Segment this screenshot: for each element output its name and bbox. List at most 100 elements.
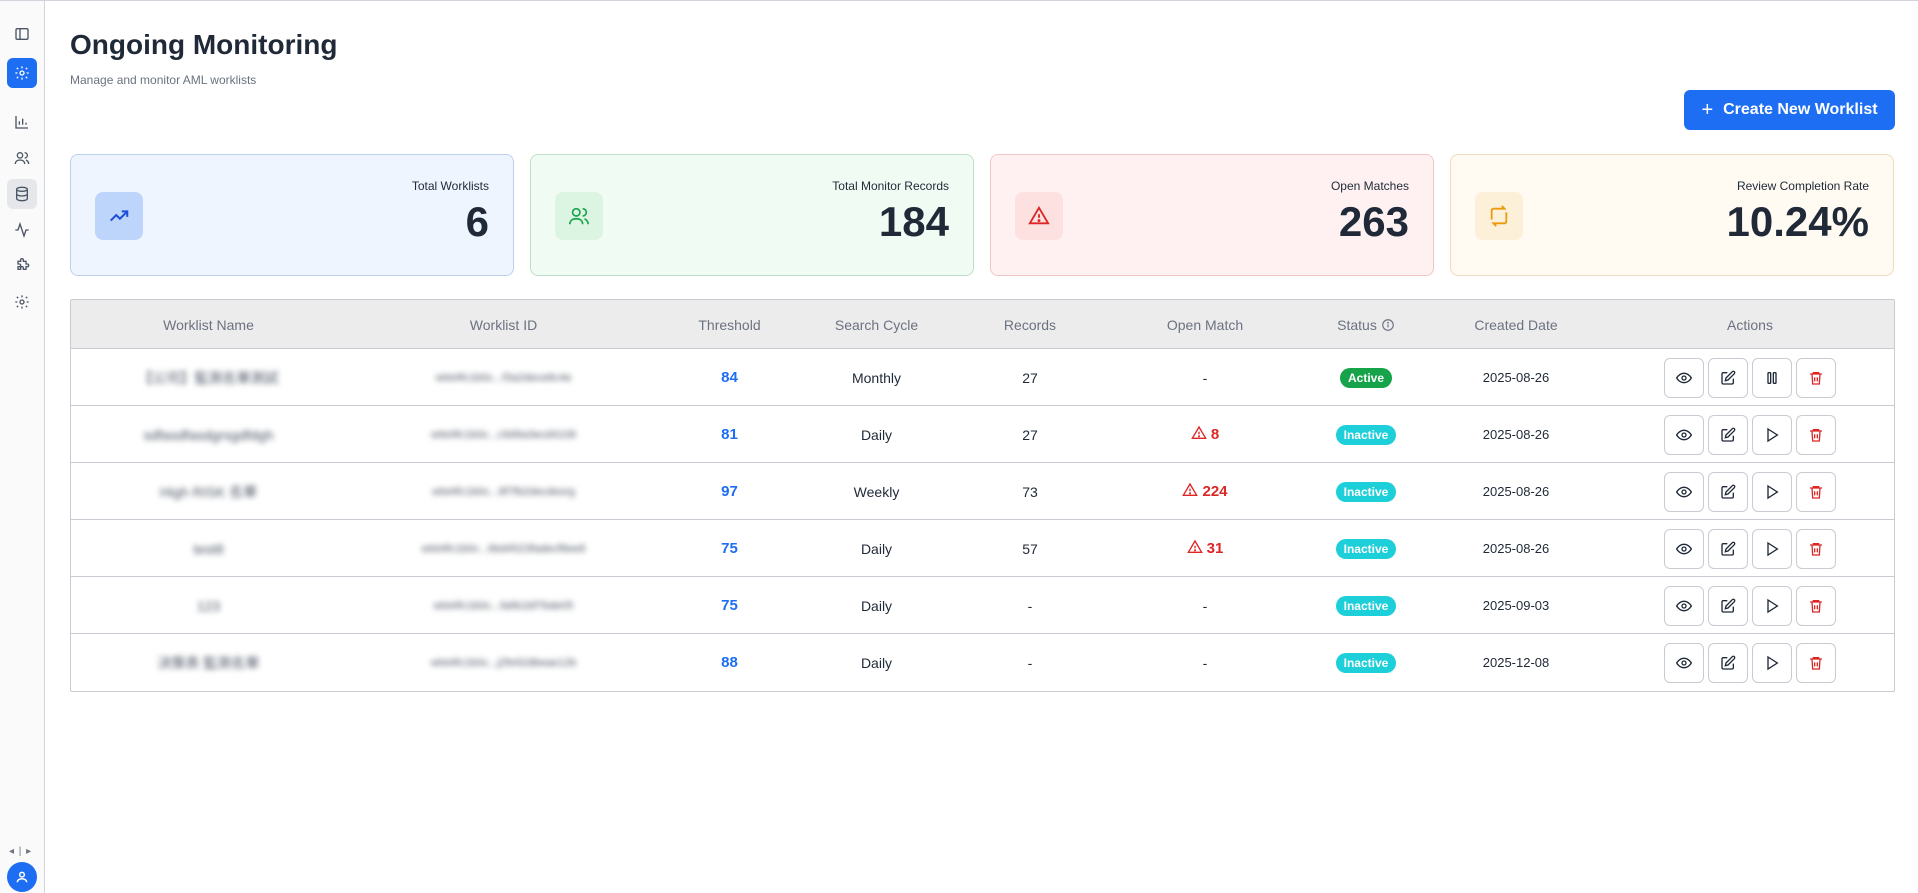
cell-threshold: 84: [721, 369, 738, 386]
play-button[interactable]: [1752, 585, 1792, 626]
cell-open-match[interactable]: 31: [1105, 520, 1305, 577]
create-worklist-button[interactable]: + Create New Worklist: [1684, 90, 1895, 130]
cell-records: -: [1027, 597, 1033, 614]
edit-button[interactable]: [1708, 642, 1748, 683]
play-button[interactable]: [1752, 528, 1792, 569]
view-button[interactable]: [1664, 642, 1704, 683]
delete-button[interactable]: [1796, 528, 1836, 569]
cell-created-date: 2025-09-03: [1482, 598, 1550, 613]
table-row[interactable]: 決策表 監測名單 wlst4fc1b0c...j2fe92dbeae12b 88…: [71, 634, 1894, 691]
create-worklist-label: Create New Worklist: [1723, 101, 1878, 118]
view-button[interactable]: [1664, 471, 1704, 512]
edit-icon: [1720, 655, 1736, 671]
edit-button[interactable]: [1708, 414, 1748, 455]
users-icon: [555, 192, 603, 240]
play-button[interactable]: [1752, 414, 1792, 455]
view-button[interactable]: [1664, 357, 1704, 398]
cell-created-date: 2025-08-26: [1482, 370, 1550, 385]
cell-actions: [1605, 406, 1894, 463]
page-subtitle: Manage and monitor AML worklists: [70, 73, 257, 87]
edit-icon: [1720, 484, 1736, 500]
delete-button[interactable]: [1796, 585, 1836, 626]
cell-worklist-id: wlst4fc1b0c...6bd4523fadecf8ee8: [421, 542, 586, 555]
cell-status: Inactive: [1305, 463, 1427, 520]
trending-up-icon: [95, 192, 143, 240]
header-threshold[interactable]: Threshold: [661, 300, 798, 349]
pause-button[interactable]: [1752, 357, 1792, 398]
table-row[interactable]: 123 wlst4fc1b0c...fa6b1bf7bde05 75 Daily…: [71, 577, 1894, 634]
cell-open-match: -: [1202, 654, 1208, 671]
play-button[interactable]: [1752, 642, 1792, 683]
edit-button[interactable]: [1708, 528, 1748, 569]
play-button[interactable]: [1752, 471, 1792, 512]
header-worklist-id[interactable]: Worklist ID: [346, 300, 661, 349]
stat-label: Total Worklists: [411, 179, 489, 193]
cell-open-match[interactable]: 224: [1105, 463, 1305, 520]
cell-worklist-name: sdfasdfasdgrsgdfdgh: [143, 426, 274, 443]
cell-worklist-id: wlst4fc1b0c...fa6b1bf7bde05: [433, 599, 574, 612]
cell-open-match[interactable]: 8: [1105, 406, 1305, 463]
delete-button[interactable]: [1796, 471, 1836, 512]
cell-status: Active: [1305, 349, 1427, 406]
delete-button[interactable]: [1796, 357, 1836, 398]
puzzle-icon[interactable]: [7, 251, 37, 281]
edit-button[interactable]: [1708, 357, 1748, 398]
activity-icon[interactable]: [7, 215, 37, 245]
view-button[interactable]: [1664, 528, 1704, 569]
status-badge: Inactive: [1335, 481, 1397, 502]
table-header: Worklist Name Worklist ID Threshold Sear…: [71, 300, 1894, 349]
header-records[interactable]: Records: [955, 300, 1105, 349]
cell-worklist-id: wlst4fc1b0c...f3a2dece8c4e: [435, 371, 572, 384]
cell-threshold: 97: [721, 483, 738, 500]
sidebar-collapse-toggle[interactable]: ◂ | ▸: [9, 846, 32, 857]
edit-button[interactable]: [1708, 471, 1748, 512]
header-worklist-name[interactable]: Worklist Name: [71, 300, 346, 349]
table-row[interactable]: test8 wlst4fc1b0c...6bd4523fadecf8ee8 75…: [71, 520, 1894, 577]
settings-icon[interactable]: [7, 58, 37, 88]
header-open-match[interactable]: Open Match: [1105, 300, 1305, 349]
stat-label: Review Completion Rate: [1736, 179, 1869, 193]
table-row[interactable]: High RISK 名單 wlst4fc1b0c...8f7fb2decdeor…: [71, 463, 1894, 520]
user-avatar[interactable]: [7, 862, 37, 892]
panel-toggle-icon[interactable]: [7, 19, 37, 49]
cell-actions: [1605, 463, 1894, 520]
open-match-count: 224: [1202, 483, 1228, 500]
trash-icon: [1808, 370, 1824, 386]
database-icon[interactable]: [7, 179, 37, 209]
stat-value: 184: [878, 198, 949, 245]
eye-icon: [1676, 598, 1692, 614]
cell-records: 73: [1022, 483, 1038, 500]
edit-button[interactable]: [1708, 585, 1748, 626]
play-icon: [1764, 598, 1780, 614]
cell-worklist-name: 【公司】監測名單測試: [138, 369, 279, 386]
stat-value: 263: [1338, 198, 1409, 245]
users-icon[interactable]: [7, 143, 37, 173]
table-row[interactable]: 【公司】監測名單測試 wlst4fc1b0c...f3a2dece8c4e 84…: [71, 349, 1894, 406]
header-created-date[interactable]: Created Date: [1427, 300, 1605, 349]
cell-search-cycle: Daily: [860, 597, 893, 614]
play-icon: [1764, 427, 1780, 443]
header-search-cycle[interactable]: Search Cycle: [798, 300, 955, 349]
status-badge: Inactive: [1335, 424, 1397, 445]
cell-actions: [1605, 577, 1894, 634]
cell-worklist-id: wlst4fc1b0c...8f7fb2decdeorg: [431, 485, 576, 498]
info-icon[interactable]: [1381, 318, 1395, 332]
eye-icon: [1676, 370, 1692, 386]
play-icon: [1764, 541, 1780, 557]
table-row[interactable]: sdfasdfasdgrsgdfdgh wlst4fc1b0c...c9d9a3…: [71, 406, 1894, 463]
view-button[interactable]: [1664, 414, 1704, 455]
delete-button[interactable]: [1796, 414, 1836, 455]
bar-chart-icon[interactable]: [7, 107, 37, 137]
view-button[interactable]: [1664, 585, 1704, 626]
header-status-label: Status: [1337, 316, 1377, 333]
pause-icon: [1764, 370, 1780, 386]
alert-triangle-icon: [1182, 482, 1199, 502]
stat-value: 6: [465, 198, 489, 245]
gear-icon[interactable]: [7, 287, 37, 317]
refresh-icon: [1475, 192, 1523, 240]
stat-card-open-matches: Open Matches 263: [990, 154, 1434, 276]
edit-icon: [1720, 541, 1736, 557]
delete-button[interactable]: [1796, 642, 1836, 683]
cell-actions: [1605, 520, 1894, 577]
header-status[interactable]: Status: [1305, 300, 1427, 349]
